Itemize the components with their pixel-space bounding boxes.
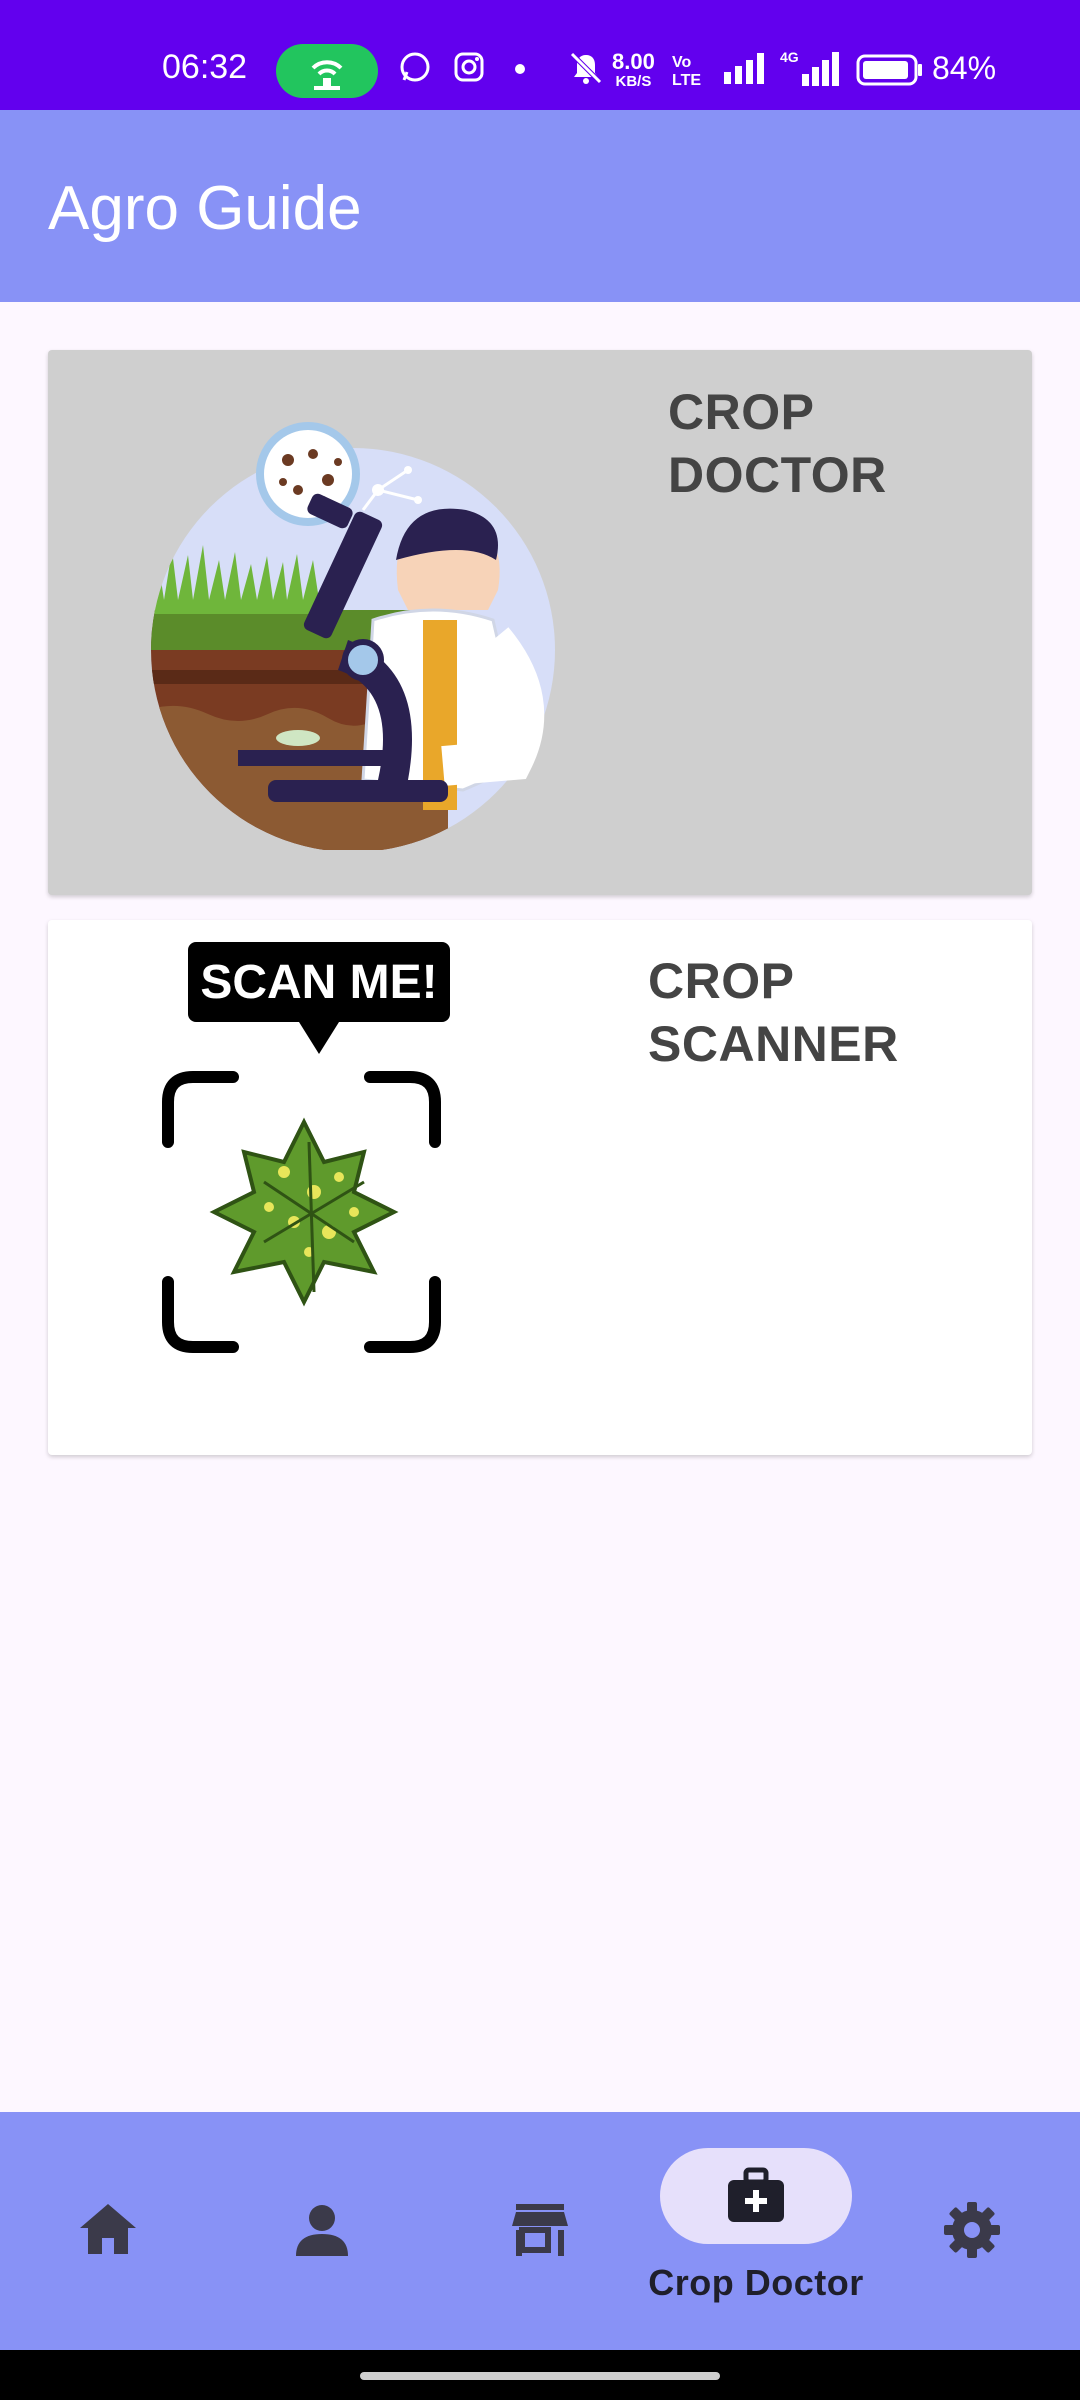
crop-scanner-label-line2: SCANNER: [648, 1016, 899, 1072]
crop-scanner-label: CROP SCANNER: [648, 950, 899, 1076]
hotspot-icon: [276, 44, 378, 98]
4g-signal-icon: 4G: [780, 48, 842, 93]
volte-indicator: Vo LTE: [672, 54, 702, 89]
net-speed-value: 8.00: [612, 49, 655, 74]
svg-text:SCAN ME!: SCAN ME!: [200, 956, 437, 1009]
nav-item-profile[interactable]: [216, 2112, 432, 2350]
home-icon: [76, 2200, 140, 2263]
nav-item-home[interactable]: [0, 2112, 216, 2350]
svg-text:4G: 4G: [780, 49, 799, 65]
whatsapp-icon: [398, 50, 432, 89]
store-icon: [510, 2202, 570, 2263]
nav-active-indicator: [660, 2148, 852, 2244]
crop-scanner-card[interactable]: SCAN ME! CROP SCANNER: [48, 920, 1032, 1455]
app-title: Agro Guide: [48, 174, 362, 243]
app-bar: Agro Guide: [0, 110, 1080, 302]
instagram-icon: [452, 50, 486, 89]
settings-icon: [942, 2200, 1002, 2265]
net-speed-unit: KB/S: [615, 73, 652, 90]
mute-icon: [568, 50, 604, 91]
net-speed: 8.00 KB/S: [612, 49, 655, 92]
medical-bag-icon: [726, 2166, 786, 2231]
gesture-navigation-bar: [0, 2350, 1080, 2400]
scan-me-leaf-illustration: SCAN ME!: [154, 942, 474, 1407]
gesture-handle[interactable]: [360, 2372, 720, 2380]
dot-icon: [514, 62, 526, 80]
nav-item-store[interactable]: [432, 2112, 648, 2350]
status-bar: 06:32 8.00 KB/S Vo LTE 4G 84%: [0, 0, 1080, 110]
bottom-navigation: Crop Doctor: [0, 2112, 1080, 2350]
crop-scanner-label-line1: CROP: [648, 953, 795, 1009]
crop-doctor-label-line2: DOCTOR: [668, 447, 887, 503]
scientist-microscope-illustration: [148, 410, 618, 855]
crop-doctor-label: CROP DOCTOR: [668, 381, 887, 507]
crop-doctor-card[interactable]: CROP DOCTOR: [48, 350, 1032, 895]
nav-item-settings[interactable]: [864, 2112, 1080, 2350]
battery-percent: 84%: [932, 50, 997, 86]
person-icon: [294, 2202, 350, 2263]
status-time: 06:32: [162, 48, 248, 86]
crop-doctor-label-line1: CROP: [668, 384, 815, 440]
signal-icon: [722, 50, 768, 91]
battery-icon: [856, 54, 924, 91]
nav-label-crop-doctor: Crop Doctor: [648, 2262, 864, 2303]
